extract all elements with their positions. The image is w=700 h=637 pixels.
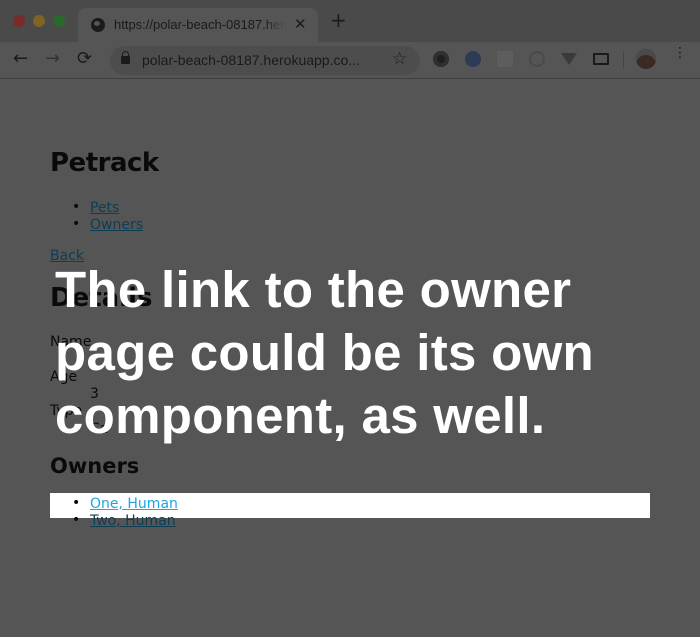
owner-link[interactable]: Two, Human	[90, 513, 176, 529]
browser-tab-bar: https://polar-beach-08187.herokuapp.com …	[0, 0, 700, 42]
owners-list: One, Human Two, Human	[72, 495, 178, 530]
browser-toolbar: ← → ⟳ polar-beach-08187.herokuapp.co... …	[0, 42, 700, 79]
profile-avatar[interactable]	[636, 49, 656, 69]
browser-menu-icon[interactable]: ⋮	[673, 46, 687, 60]
owner-list-item: Two, Human	[72, 512, 178, 530]
lock-icon	[121, 51, 130, 64]
vue-devtools-icon[interactable]	[561, 53, 577, 65]
reload-icon[interactable]: ⟳	[77, 49, 92, 69]
window-minimize-button[interactable]	[33, 15, 45, 27]
bookmark-star-icon[interactable]: ☆	[392, 49, 407, 69]
new-tab-button[interactable]: +	[330, 10, 347, 30]
extension-icon[interactable]	[465, 51, 481, 67]
toolbar-divider	[623, 51, 624, 69]
app-title: Petrack	[50, 148, 159, 178]
owners-heading: Owners	[50, 454, 140, 478]
address-bar[interactable]: polar-beach-08187.herokuapp.co... ☆	[110, 46, 420, 75]
browser-tab[interactable]: https://polar-beach-08187.herokuapp.com …	[78, 8, 318, 42]
globe-icon	[91, 18, 105, 32]
url-text[interactable]: polar-beach-08187.herokuapp.co...	[142, 52, 360, 68]
nav-item-owners: Owners	[72, 216, 143, 234]
pets-link[interactable]: Pets	[90, 200, 119, 216]
tab-title: https://polar-beach-08187.herokuapp.com	[114, 17, 286, 32]
main-nav: Pets Owners	[72, 199, 143, 234]
owner-link[interactable]: One, Human	[90, 496, 178, 512]
close-icon[interactable]: ✕	[294, 15, 307, 33]
nav-item-pets: Pets	[72, 199, 143, 217]
react-devtools-icon[interactable]	[497, 51, 513, 67]
window-maximize-button[interactable]	[53, 15, 65, 27]
forward-arrow-icon[interactable]: →	[45, 49, 60, 69]
window-close-button[interactable]	[13, 15, 25, 27]
owner-list-item: One, Human	[72, 495, 178, 513]
extension-icon[interactable]	[529, 51, 545, 67]
screenshot-icon[interactable]	[593, 53, 609, 65]
caption-overlay: The link to the owner page could be its …	[55, 261, 595, 444]
owners-link[interactable]: Owners	[90, 217, 143, 233]
back-arrow-icon[interactable]: ←	[13, 49, 28, 69]
extension-icon[interactable]	[433, 51, 449, 67]
